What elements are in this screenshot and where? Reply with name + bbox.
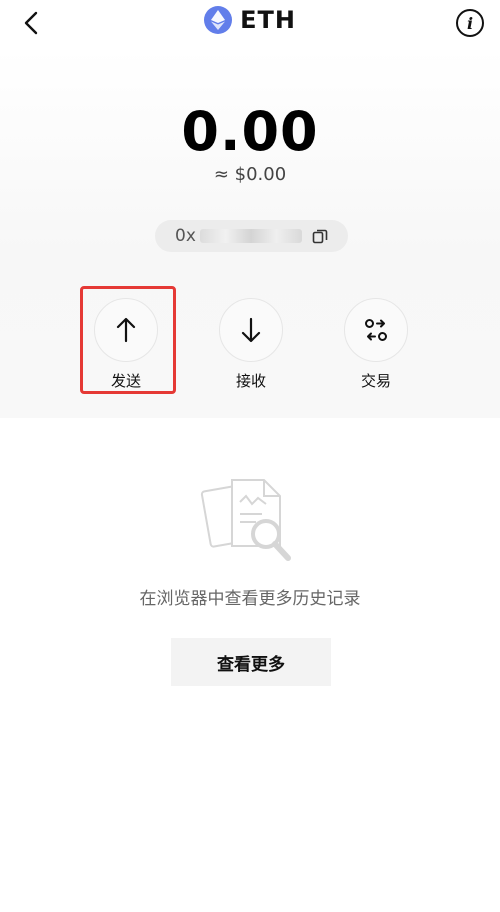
receive-button[interactable]: 接收 <box>219 298 283 391</box>
swap-icon <box>365 319 387 341</box>
trade-icon-circle <box>344 298 408 362</box>
trade-button[interactable]: 交易 <box>344 298 408 391</box>
wallet-address-pill[interactable]: 0x <box>155 220 348 252</box>
fiat-balance: ≈ $0.00 <box>213 164 287 185</box>
receive-icon-circle <box>219 298 283 362</box>
token-detail-page: ETH i 0.00 ≈ $0.00 0x 发送 接收 交易 在浏览器中查看更多… <box>0 0 500 912</box>
view-more-button[interactable]: 查看更多 <box>171 638 331 686</box>
document-search-icon <box>200 479 291 561</box>
receive-label: 接收 <box>235 372 266 390</box>
address-prefix: 0x <box>175 226 196 246</box>
copy-icon[interactable] <box>312 228 328 244</box>
page-title: ETH <box>240 6 296 34</box>
ethereum-icon <box>204 6 233 34</box>
address-masked <box>199 229 302 243</box>
arrow-down-icon <box>241 317 261 343</box>
token-balance: 0.00 <box>181 100 319 163</box>
trade-label: 交易 <box>360 372 391 390</box>
empty-state-message: 在浏览器中查看更多历史记录 <box>139 589 361 609</box>
info-icon: i <box>466 13 474 33</box>
send-highlight-box <box>80 286 176 394</box>
header-bar: ETH i <box>0 0 500 48</box>
info-button[interactable]: i <box>456 9 484 37</box>
title-group: ETH <box>0 6 500 34</box>
